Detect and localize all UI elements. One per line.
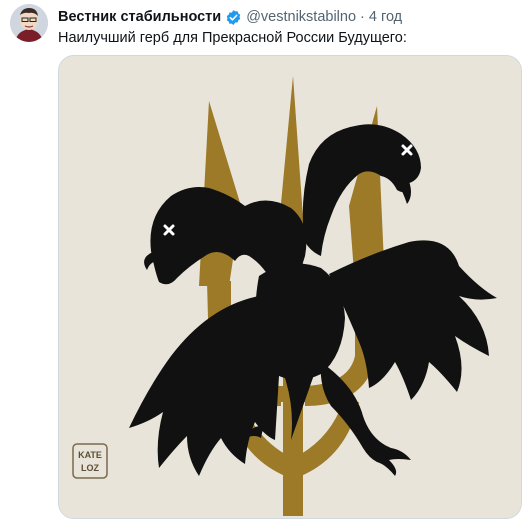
verified-badge-icon	[226, 9, 241, 25]
tweet-text: Наилучший герб для Прекрасной России Буд…	[58, 30, 407, 46]
artist-signature-line2: LOZ	[81, 463, 99, 473]
tweet[interactable]: Вестник стабильности @vestnikstabilno · …	[0, 0, 530, 526]
tweet-header: Вестник стабильности @vestnikstabilno · …	[58, 7, 522, 27]
avatar-image	[10, 4, 48, 42]
timestamp[interactable]: 4 год	[369, 9, 402, 25]
avatar[interactable]	[10, 4, 48, 42]
tweet-media-image[interactable]: KATE LOZ	[58, 55, 522, 519]
author-handle[interactable]: @vestnikstabilno	[246, 9, 356, 25]
coat-of-arms-illustration: KATE LOZ	[59, 56, 521, 518]
separator-dot: ·	[360, 9, 365, 25]
author-name[interactable]: Вестник стабильности	[58, 9, 221, 25]
artist-signature-line1: KATE	[78, 450, 102, 460]
